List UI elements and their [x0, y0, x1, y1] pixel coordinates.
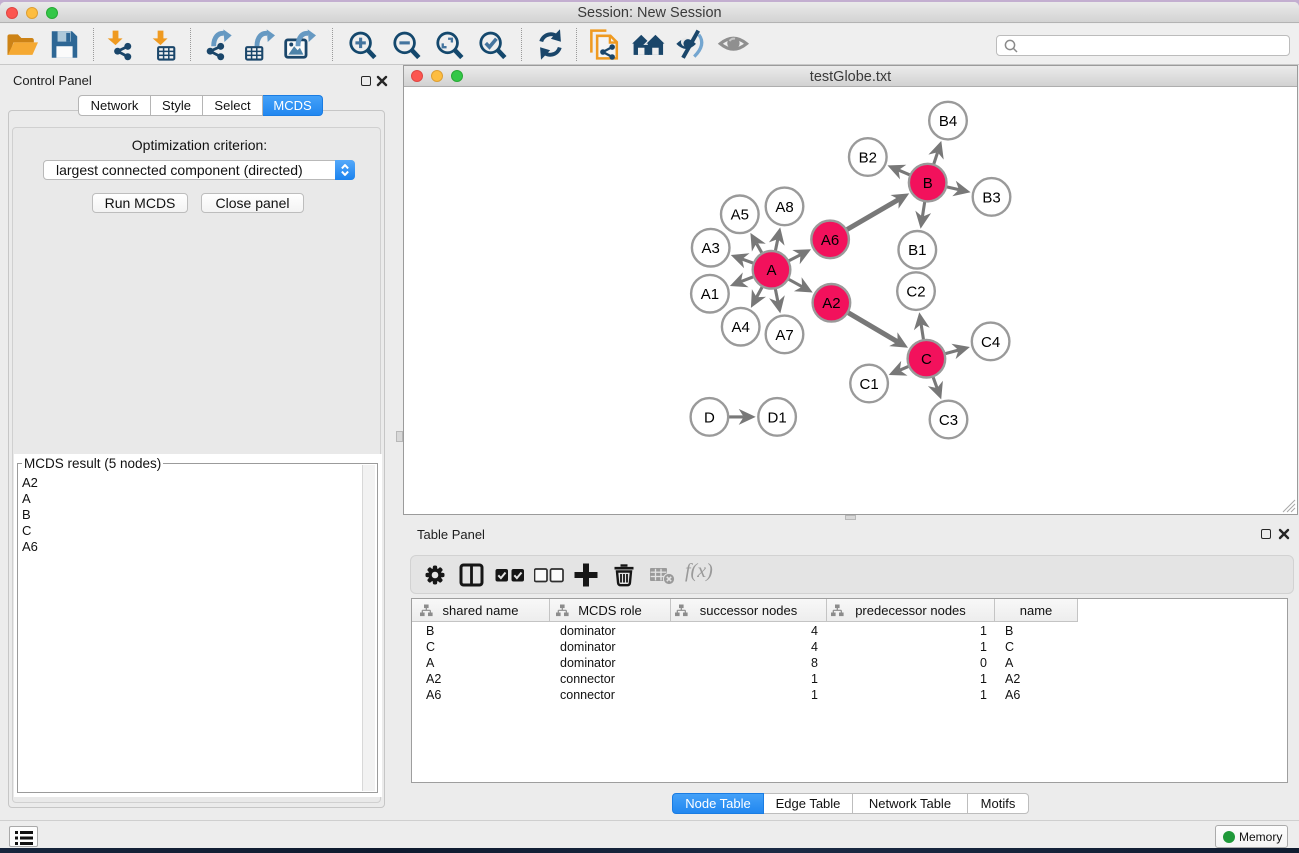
svg-text:D1: D1 [768, 409, 787, 426]
svg-text:A3: A3 [702, 240, 720, 257]
svg-text:B2: B2 [859, 149, 877, 166]
svg-text:A1: A1 [701, 286, 719, 303]
svg-text:B: B [923, 175, 933, 192]
svg-text:C4: C4 [981, 334, 1000, 351]
svg-text:C: C [921, 351, 932, 368]
svg-text:A: A [766, 262, 776, 279]
svg-text:C3: C3 [939, 412, 958, 429]
svg-text:A5: A5 [731, 207, 749, 224]
svg-text:A4: A4 [732, 319, 750, 336]
svg-text:B4: B4 [939, 113, 957, 130]
svg-text:A2: A2 [822, 295, 840, 312]
svg-text:D: D [704, 409, 715, 426]
svg-text:B3: B3 [982, 189, 1000, 206]
svg-text:A8: A8 [775, 199, 793, 216]
svg-text:B1: B1 [908, 242, 926, 259]
svg-text:C1: C1 [860, 376, 879, 393]
svg-text:A7: A7 [775, 327, 793, 344]
svg-text:A6: A6 [821, 232, 839, 249]
svg-text:C2: C2 [906, 284, 925, 301]
